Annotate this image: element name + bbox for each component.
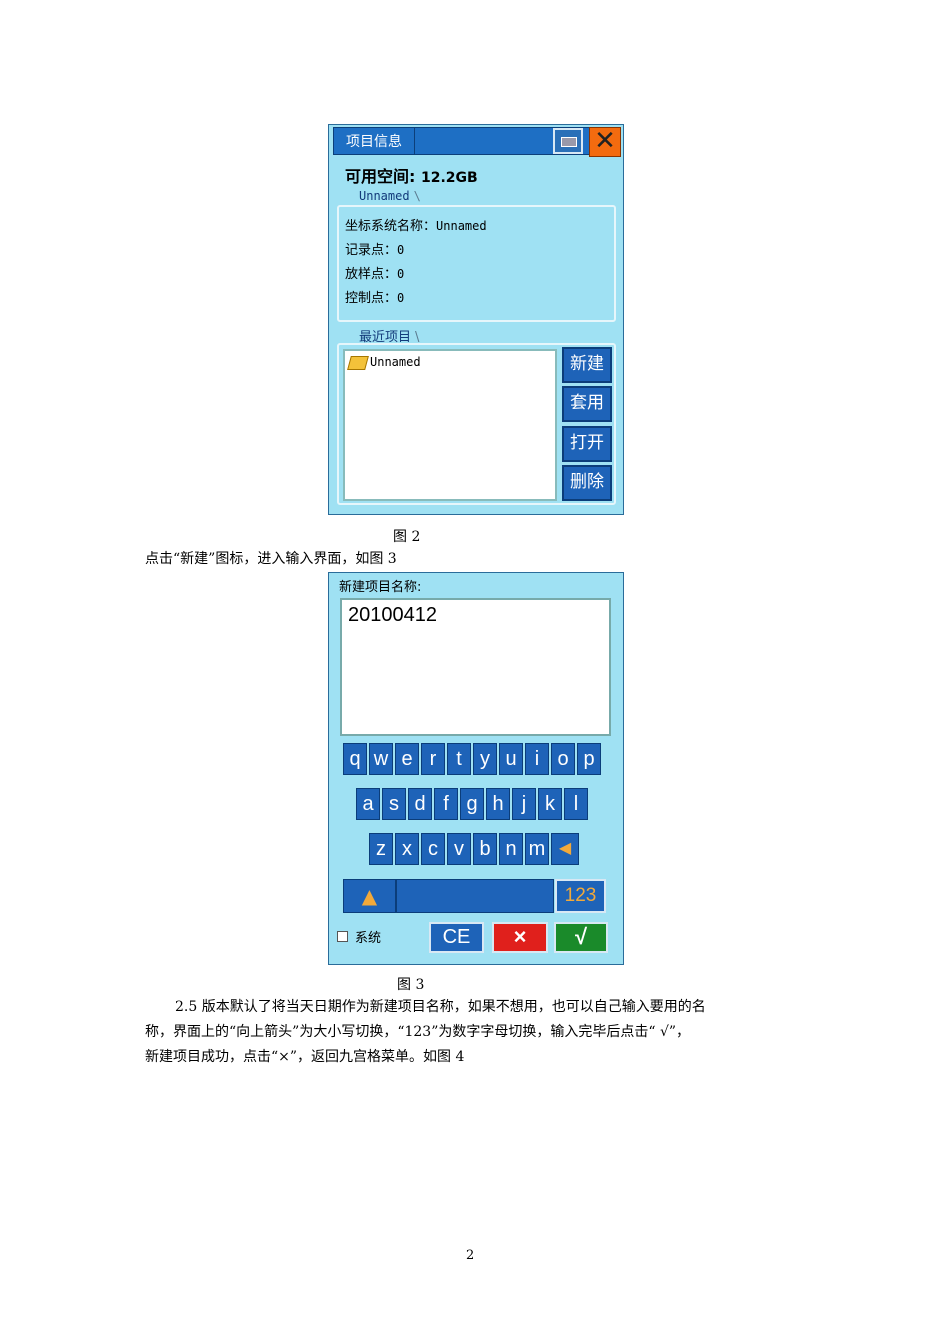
space-label: 可用空间:: [345, 167, 416, 186]
keyboard-icon[interactable]: [553, 128, 583, 154]
close-button[interactable]: ✕: [589, 127, 621, 157]
control-points-line: 控制点：0: [345, 287, 404, 306]
apply-button[interactable]: 套用: [562, 386, 612, 422]
figure-3-caption: 图 3: [397, 977, 425, 993]
key-t[interactable]: t: [447, 743, 471, 775]
key-a[interactable]: a: [356, 788, 380, 820]
recent-projects-list[interactable]: Unnamed: [343, 349, 557, 501]
instruction-text: 点击“新建”图标，进入输入界面，如图 3: [145, 551, 397, 567]
key-b[interactable]: b: [473, 833, 497, 865]
control-label: 控制点：: [345, 291, 398, 306]
list-item-label: Unnamed: [370, 355, 421, 369]
control-value: 0: [397, 291, 405, 305]
key-g[interactable]: g: [460, 788, 484, 820]
paragraph-line-3: 新建项目成功，点击“×”，返回九宫格菜单。如图 4: [145, 1049, 465, 1065]
key-m[interactable]: m: [525, 833, 549, 865]
title-bar: 项目信息 ✕: [329, 125, 623, 157]
system-checkbox[interactable]: [337, 931, 348, 942]
tab-current-project[interactable]: Unnamed \: [359, 189, 421, 203]
key-i[interactable]: i: [525, 743, 549, 775]
coord-label: 坐标系统名称：: [345, 219, 437, 234]
key-q[interactable]: q: [343, 743, 367, 775]
key-d[interactable]: d: [408, 788, 432, 820]
available-space: 可用空间: 12.2GB: [345, 163, 478, 187]
key-k[interactable]: k: [538, 788, 562, 820]
figure-2-caption: 图 2: [393, 529, 421, 545]
key-s[interactable]: s: [382, 788, 406, 820]
space-key[interactable]: [396, 879, 554, 913]
folder-icon: [347, 355, 369, 370]
space-value: 12.2GB: [420, 170, 478, 186]
list-item[interactable]: Unnamed: [347, 355, 421, 370]
key-v[interactable]: v: [447, 833, 471, 865]
window-title: 项目信息: [333, 127, 415, 155]
paragraph-line-2: 称，界面上的“向上箭头”为大小写切换，“123”为数字字母切换，输入完毕后点击“…: [145, 1024, 691, 1040]
stake-value: 0: [397, 267, 405, 281]
system-checkbox-label: 系统: [355, 931, 382, 946]
key-y[interactable]: y: [473, 743, 497, 775]
delete-button[interactable]: 删除: [562, 465, 612, 501]
key-u[interactable]: u: [499, 743, 523, 775]
prompt-label: 新建项目名称:: [339, 580, 422, 595]
coord-system-line: 坐标系统名称：Unnamed: [345, 215, 487, 234]
key-z[interactable]: z: [369, 833, 393, 865]
tab-current-project-label: Unnamed: [359, 189, 410, 203]
numeric-toggle-key[interactable]: 123: [555, 879, 606, 913]
key-l[interactable]: l: [564, 788, 588, 820]
paragraph-line-1: 2.5 版本默认了将当天日期作为新建项目名称，如果不想用，也可以自己输入要用的名: [175, 999, 706, 1015]
key-o[interactable]: o: [551, 743, 575, 775]
key-f[interactable]: f: [434, 788, 458, 820]
record-label: 记录点：: [345, 243, 398, 258]
record-points-line: 记录点：0: [345, 239, 404, 258]
project-name-input[interactable]: 20100412: [340, 598, 611, 736]
key-w[interactable]: w: [369, 743, 393, 775]
key-h[interactable]: h: [486, 788, 510, 820]
coord-value: Unnamed: [436, 219, 487, 233]
cancel-button[interactable]: ×: [492, 922, 548, 953]
title-bar-fill: [415, 127, 615, 155]
key-x[interactable]: x: [395, 833, 419, 865]
key-r[interactable]: r: [421, 743, 445, 775]
confirm-button[interactable]: √: [554, 922, 608, 953]
open-button[interactable]: 打开: [562, 426, 612, 462]
shift-key[interactable]: ▲: [343, 879, 396, 913]
project-info-screen: 项目信息 ✕ 可用空间: 12.2GB Unnamed \ 坐标系统名称：Unna…: [328, 124, 624, 515]
record-value: 0: [397, 243, 405, 257]
key-c[interactable]: c: [421, 833, 445, 865]
backspace-key[interactable]: ◀: [551, 833, 579, 865]
key-e[interactable]: e: [395, 743, 419, 775]
key-p[interactable]: p: [577, 743, 601, 775]
key-j[interactable]: j: [512, 788, 536, 820]
clear-entry-button[interactable]: CE: [429, 922, 484, 953]
page-number: 2: [466, 1248, 475, 1263]
new-project-input-screen: 新建项目名称: 20100412 q w e r t y u i o p a s…: [328, 572, 624, 965]
input-value: 20100412: [348, 604, 437, 626]
new-button[interactable]: 新建: [562, 347, 612, 383]
stake-label: 放样点：: [345, 267, 398, 282]
key-n[interactable]: n: [499, 833, 523, 865]
stake-points-line: 放样点：0: [345, 263, 404, 282]
